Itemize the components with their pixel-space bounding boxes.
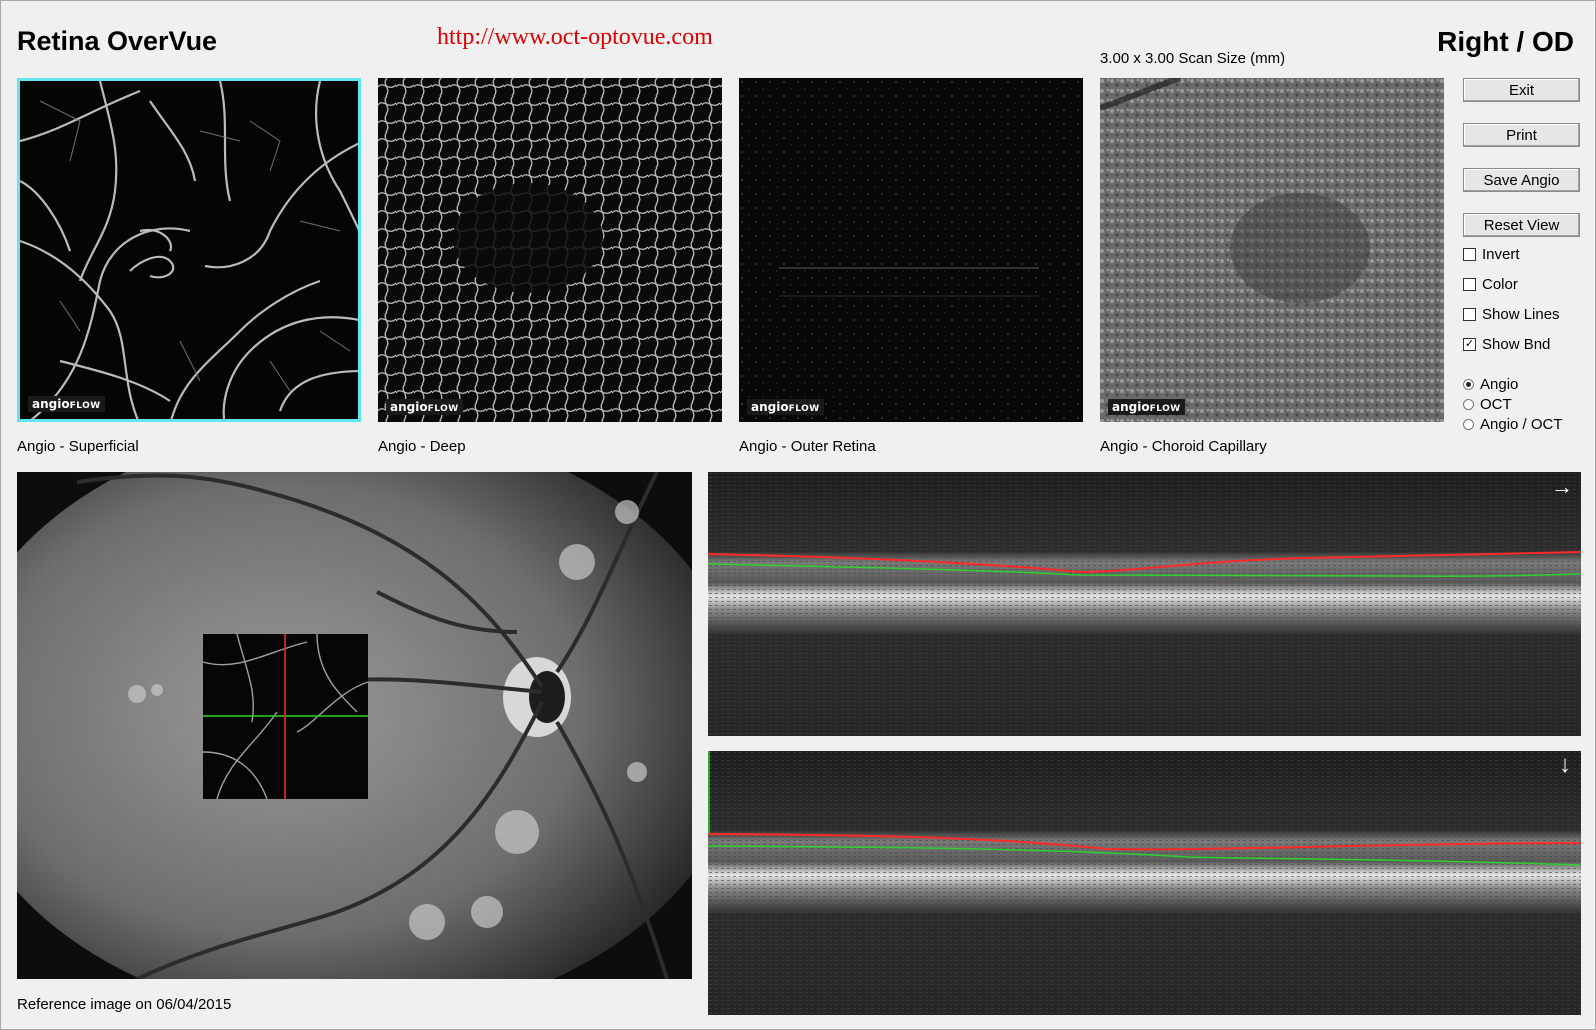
reset-view-button[interactable]: Reset View <box>1463 213 1580 237</box>
eye-label: Right / OD <box>1437 26 1574 57</box>
color-label: Color <box>1482 276 1518 293</box>
angio-outer-retina-thumbnail[interactable]: angioFLOW <box>739 78 1083 422</box>
app-title: Retina OverVue <box>17 26 218 56</box>
angio-superficial-thumbnail[interactable]: angioFLOW <box>17 78 361 422</box>
show-bnd-label: Show Bnd <box>1482 336 1551 353</box>
radio-button[interactable] <box>1463 379 1474 390</box>
checkbox-box[interactable] <box>1463 278 1476 291</box>
color-checkbox[interactable]: Color <box>1463 276 1518 293</box>
checkbox-box[interactable] <box>1463 308 1476 321</box>
oct-radio-label: OCT <box>1480 396 1512 413</box>
invert-checkbox[interactable]: Invert <box>1463 246 1520 263</box>
angio-radio-label: Angio <box>1480 376 1519 393</box>
oct-bscan-vertical[interactable]: ↓ <box>708 751 1581 1015</box>
angioflow-watermark: angioFLOW <box>747 399 824 415</box>
reference-caption: Reference image on 06/04/2015 <box>17 996 232 1013</box>
caption-outer-retina: Angio - Outer Retina <box>739 438 876 455</box>
angio-deep-thumbnail[interactable]: angioFLOW <box>378 78 722 422</box>
angio-choroid-capillary-thumbnail[interactable]: angioFLOW <box>1100 78 1444 422</box>
scan-size-label: 3.00 x 3.00 Scan Size (mm) <box>1100 50 1286 67</box>
save-angio-button[interactable]: Save Angio <box>1463 168 1580 192</box>
angioflow-watermark: angioFLOW <box>386 399 463 415</box>
show-lines-checkbox[interactable]: Show Lines <box>1463 306 1560 323</box>
show-lines-label: Show Lines <box>1482 306 1560 323</box>
fundus-reference-image[interactable] <box>17 472 692 979</box>
angioflow-watermark: angioFLOW <box>28 396 105 412</box>
angio-radio[interactable]: Angio <box>1463 376 1518 393</box>
invert-label: Invert <box>1482 246 1520 263</box>
caption-superficial: Angio - Superficial <box>17 438 139 455</box>
vendor-url[interactable]: http://www.oct-optovue.com <box>437 24 713 51</box>
show-bnd-checkbox[interactable]: ✓ Show Bnd <box>1463 336 1550 353</box>
angio-oct-radio[interactable]: Angio / OCT <box>1463 416 1563 433</box>
arrow-right-icon: → <box>1551 474 1573 499</box>
radio-button[interactable] <box>1463 419 1474 430</box>
arrow-down-icon: ↓ <box>1559 751 1571 778</box>
checkmark-icon[interactable]: ✓ <box>1463 338 1476 351</box>
oct-radio[interactable]: OCT <box>1463 396 1512 413</box>
checkbox-box[interactable] <box>1463 248 1476 261</box>
angio-oct-radio-label: Angio / OCT <box>1480 416 1563 433</box>
exit-button[interactable]: Exit <box>1463 78 1580 102</box>
caption-choroid-capillary: Angio - Choroid Capillary <box>1100 438 1267 455</box>
radio-button[interactable] <box>1463 399 1474 410</box>
caption-deep: Angio - Deep <box>378 438 466 455</box>
print-button[interactable]: Print <box>1463 123 1580 147</box>
angioflow-watermark: angioFLOW <box>1108 399 1185 415</box>
oct-bscan-horizontal[interactable]: → <box>708 472 1581 736</box>
